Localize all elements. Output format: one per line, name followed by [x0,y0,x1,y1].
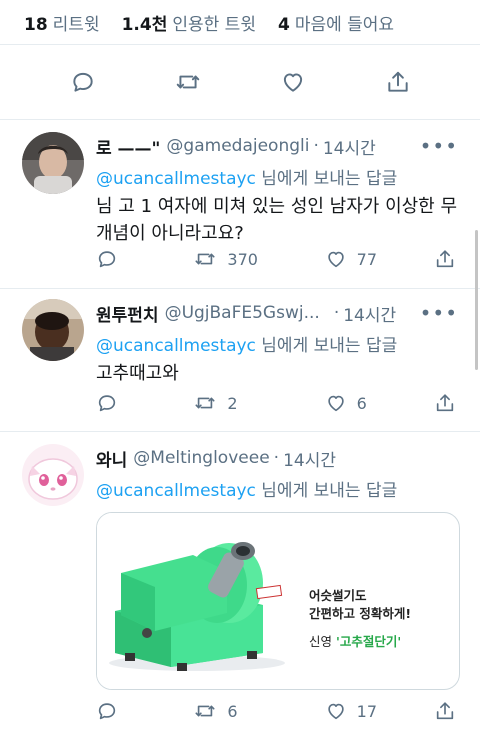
like-button[interactable] [273,62,313,102]
retweet-count: 370 [227,249,258,269]
main-tweet-actions [0,45,480,120]
retweet-icon [195,705,215,717]
tweet-header: 와니 @Meltingloveee · 14시간 [96,446,466,471]
display-name[interactable]: 와니 [96,446,127,471]
user-handle[interactable]: @UgjBaFE5Gswj... [165,303,320,323]
tweet-text: 님 고 1 여자에 미쳐 있는 성인 남자가 이상한 무 개념이 아니라고요? [96,196,458,244]
reply-icon [98,251,116,268]
retweet-count: 6 [227,701,238,721]
avatar[interactable] [22,444,84,506]
pepper-cutter-image [97,513,297,689]
scrollbar[interactable] [475,230,478,370]
more-options-icon[interactable]: ••• [420,301,458,325]
like-count: 17 [356,701,377,721]
share-button[interactable] [378,62,418,102]
share-icon [436,394,454,412]
share-icon [387,71,408,92]
retweet-button[interactable] [168,62,208,102]
like-icon [283,73,302,92]
user-handle[interactable]: @Meltingloveee [133,448,269,468]
share-button[interactable] [434,248,466,270]
share-icon [436,702,454,720]
like-button[interactable]: 17 [325,700,434,722]
user-handle[interactable]: @gamedajeongli [166,136,309,156]
timestamp[interactable]: 14시간 [283,446,336,471]
share-icon [436,250,454,268]
reply-context: @ucancallmestayc 님에게 보내는 답글 [96,481,398,501]
reply-icon [72,72,93,92]
reply-tweet[interactable]: 와니 @Meltingloveee · 14시간 @ucancallmestay… [0,432,480,734]
like-count: 77 [356,249,377,269]
like-icon [327,251,344,268]
avatar[interactable] [22,132,84,194]
retweet-icon [176,75,199,89]
tweet-header: 원투펀치 @UgjBaFE5Gswj... · 14시간 [96,301,466,326]
engagement-stats: 18 리트윗 1.4천 인용한 트윗 4 마음에 들어요 [0,0,480,45]
mention-link[interactable]: @ucancallmestayc [96,169,256,189]
reply-tweet[interactable]: 원투펀치 @UgjBaFE5Gswj... · 14시간 ••• @ucanca… [0,289,480,432]
like-count: 6 [356,393,367,413]
more-options-icon[interactable]: ••• [420,134,458,158]
card-caption: 어슷썰기도 간편하고 정확하게! [309,588,412,621]
reply-context: @ucancallmestayc 님에게 보내는 답글 [96,336,398,356]
reply-button[interactable] [96,700,193,722]
tweet-text: 고추때고와 [96,363,179,384]
retweet-button[interactable]: 370 [193,248,324,270]
like-button[interactable]: 6 [325,392,434,414]
timestamp[interactable]: 14시간 [343,301,396,326]
reply-button[interactable] [96,392,193,414]
retweets-stat[interactable]: 18 리트윗 [24,10,100,35]
card-brand: 신영 '고추절단기' [309,634,402,649]
like-icon [327,703,344,720]
display-name[interactable]: 로 ——" [96,134,160,159]
reply-context: @ucancallmestayc 님에게 보내는 답글 [96,169,398,189]
like-icon [327,395,344,412]
mention-link[interactable]: @ucancallmestayc [96,481,256,501]
retweet-icon [195,397,215,409]
retweet-button[interactable]: 6 [193,700,324,722]
quotes-stat[interactable]: 1.4천 인용한 트윗 [122,10,256,35]
reply-tweet[interactable]: 로 ——" @gamedajeongli · 14시간 ••• @ucancal… [0,120,480,289]
media-card[interactable]: 어슷썰기도 간편하고 정확하게! 신영 '고추절단기' [96,512,460,690]
reply-icon [98,703,116,720]
mention-link[interactable]: @ucancallmestayc [96,336,256,356]
share-button[interactable] [434,392,466,414]
retweet-count: 2 [227,393,238,413]
tweet-header: 로 ——" @gamedajeongli · 14시간 [96,134,466,159]
retweet-button[interactable]: 2 [193,392,324,414]
reply-button[interactable] [63,62,103,102]
avatar[interactable] [22,299,84,361]
reply-button[interactable] [96,248,193,270]
timestamp[interactable]: 14시간 [323,134,376,159]
share-button[interactable] [434,700,466,722]
reply-icon [98,395,116,412]
display-name[interactable]: 원투펀치 [96,301,159,326]
likes-stat[interactable]: 4 마음에 들어요 [278,10,394,35]
like-button[interactable]: 77 [325,248,434,270]
retweet-icon [195,253,215,265]
